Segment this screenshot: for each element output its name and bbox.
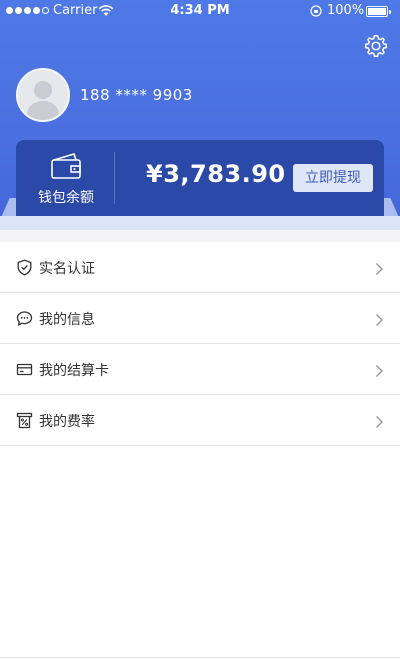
menu-item-label: 我的信息 bbox=[39, 312, 95, 328]
menu-item-label: 实名认证 bbox=[39, 261, 95, 277]
rotation-lock-icon bbox=[310, 5, 322, 17]
gear-icon[interactable] bbox=[363, 33, 389, 59]
profile-header: Carrier 4:34 PM 100% 188 **** 9903 钱包余额 … bbox=[0, 0, 400, 232]
balance-amount: ¥3,783.90 bbox=[146, 160, 286, 188]
menu-item-real-name-verification[interactable]: 实名认证 bbox=[0, 242, 400, 293]
shield-check-icon bbox=[17, 259, 32, 276]
status-bar: Carrier 4:34 PM 100% bbox=[0, 0, 400, 22]
default-user-icon bbox=[18, 70, 68, 120]
card-divider bbox=[114, 152, 115, 204]
menu-item-label: 我的费率 bbox=[39, 414, 95, 430]
card-icon bbox=[16, 363, 33, 376]
chat-bubble-icon bbox=[16, 311, 33, 326]
card-base bbox=[0, 216, 400, 230]
withdraw-button[interactable]: 立即提现 bbox=[293, 164, 373, 192]
wallet-icon bbox=[51, 153, 81, 179]
chevron-right-icon bbox=[376, 365, 383, 377]
chevron-right-icon bbox=[376, 263, 383, 275]
menu-item-my-rates[interactable]: 我的费率 bbox=[0, 395, 400, 446]
menu-item-my-messages[interactable]: 我的信息 bbox=[0, 293, 400, 344]
menu-item-settlement-card[interactable]: 我的结算卡 bbox=[0, 344, 400, 395]
bottom-divider bbox=[0, 657, 400, 658]
percent-receipt-icon bbox=[16, 412, 33, 429]
wallet-balance-card: 钱包余额 ¥3,783.90 立即提现 bbox=[16, 140, 384, 216]
wallet-balance-label: 钱包余额 bbox=[38, 190, 94, 206]
chevron-right-icon bbox=[376, 416, 383, 428]
battery-icon bbox=[366, 6, 391, 17]
chevron-right-icon bbox=[376, 314, 383, 326]
menu-item-label: 我的结算卡 bbox=[39, 363, 109, 379]
phone-number: 188 **** 9903 bbox=[80, 86, 193, 104]
battery-percent: 100% bbox=[327, 3, 365, 18]
avatar[interactable] bbox=[16, 68, 70, 122]
settings-menu: 实名认证 我的信息 我的结算卡 我的费率 bbox=[0, 242, 400, 446]
section-gap bbox=[0, 230, 400, 242]
